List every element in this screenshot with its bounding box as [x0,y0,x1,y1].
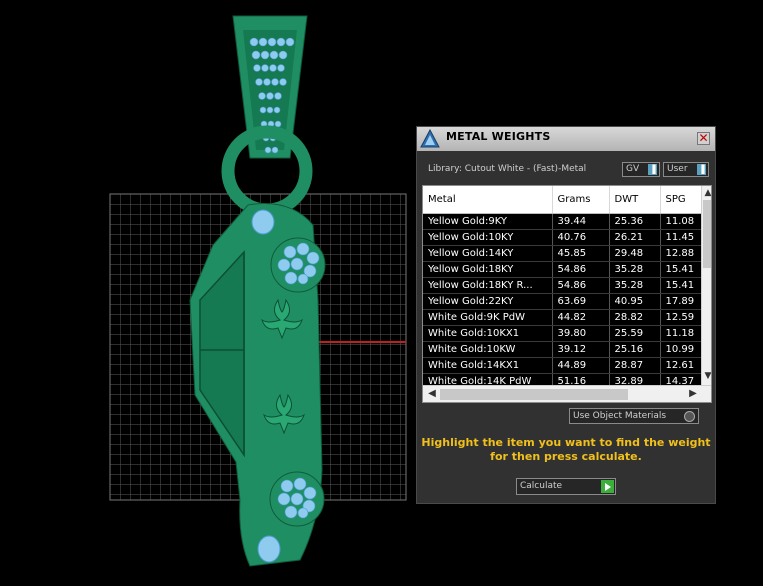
spg-cell: 12.88 [660,245,702,262]
column-header-dwt[interactable]: DWT [609,186,661,214]
taillight-stone [257,535,281,563]
dwt-cell: 25.59 [609,325,661,342]
calculate-button[interactable]: Calculate [516,478,616,495]
dwt-cell: 35.28 [609,261,661,278]
vertical-scrollbar[interactable]: ▲ ▼ [701,186,711,385]
spg-cell: 17.89 [660,293,702,310]
spg-cell: 15.41 [660,261,702,278]
grams-cell: 39.12 [552,341,610,358]
gv-select[interactable]: GV ▐ [622,162,660,177]
dwt-cell: 40.95 [609,293,661,310]
spg-cell: 15.41 [660,277,702,294]
table-row[interactable]: White Gold:10KW 39.12 25.16 10.99 [423,341,702,358]
grams-cell: 44.89 [552,357,610,374]
column-header-spg[interactable]: SPG [660,186,702,214]
dwt-cell: 25.36 [609,213,661,230]
dropdown-arrow-icon: ▐ [697,164,706,175]
table-row[interactable]: Yellow Gold:9KY 39.44 25.36 11.08 [423,213,702,230]
horizontal-scroll-thumb[interactable] [440,389,628,400]
table-row[interactable]: Yellow Gold:22KY 63.69 40.95 17.89 [423,293,702,310]
panel-title: METAL WEIGHTS [446,130,551,143]
table-row[interactable]: White Gold:14KX1 44.89 28.87 12.61 [423,357,702,374]
grams-cell: 45.85 [552,245,610,262]
user-select-value: User [667,164,688,174]
metal-cell: White Gold:9K PdW [423,309,553,326]
table-row[interactable]: White Gold:10KX1 39.80 25.59 11.18 [423,325,702,342]
dwt-cell: 28.82 [609,309,661,326]
spg-cell: 11.08 [660,213,702,230]
metal-cell: White Gold:14KX1 [423,357,553,374]
instruction-line-1: Highlight the item you want to find the … [421,436,711,449]
play-arrow-icon [601,480,614,493]
table-row[interactable]: White Gold:9K PdW 44.82 28.82 12.59 [423,309,702,326]
spg-cell: 11.45 [660,229,702,246]
grams-cell: 39.80 [552,325,610,342]
column-header-metal[interactable]: Metal [423,186,553,214]
metal-cell: Yellow Gold:18KY [423,261,553,278]
user-select[interactable]: User ▐ [663,162,709,177]
table-row[interactable]: Yellow Gold:10KY 40.76 26.21 11.45 [423,229,702,246]
dwt-cell: 29.48 [609,245,661,262]
title-bar[interactable]: METAL WEIGHTS ✕ [417,127,715,151]
metal-cell: Yellow Gold:18KY R... [423,277,553,294]
metal-cell: White Gold:10KW [423,341,553,358]
metal-cell: White Gold:10KX1 [423,325,553,342]
dwt-cell: 35.28 [609,277,661,294]
metal-cell: Yellow Gold:10KY [423,229,553,246]
dropdown-arrow-icon: ▐ [648,164,657,175]
metal-cell: Yellow Gold:14KY [423,245,553,262]
gv-select-value: GV [626,164,640,174]
spg-cell: 12.59 [660,309,702,326]
grams-cell: 40.76 [552,229,610,246]
grams-cell: 44.82 [552,309,610,326]
calculate-label: Calculate [520,481,563,491]
metal-table-container: Metal Grams DWT SPG Yellow Gold:9KY 39.44… [422,185,712,403]
table-row[interactable]: Yellow Gold:18KY R... 54.86 35.28 15.41 [423,277,702,294]
scroll-down-icon[interactable]: ▼ [703,370,711,382]
table-header-row: Metal Grams DWT SPG [423,186,702,214]
table-row[interactable]: Yellow Gold:18KY 54.86 35.28 15.41 [423,261,702,278]
library-label: Library: Cutout White - (Fast)-Metal [428,164,587,174]
headlight-stone [251,209,275,235]
close-icon[interactable]: ✕ [697,132,710,145]
dwt-cell: 26.21 [609,229,661,246]
metal-cell: Yellow Gold:9KY [423,213,553,230]
vertical-scroll-thumb[interactable] [703,200,711,268]
grams-cell: 54.86 [552,261,610,278]
spg-cell: 10.99 [660,341,702,358]
scroll-right-icon[interactable]: ▶ [687,388,699,400]
dwt-cell: 25.16 [609,341,661,358]
scroll-left-icon[interactable]: ◀ [426,388,438,400]
logo-icon [420,128,440,148]
use-object-materials-toggle[interactable]: Use Object Materials [569,408,699,424]
instruction-line-2: for then press calculate. [490,450,642,463]
instruction-text: Highlight the item you want to find the … [417,436,715,464]
metal-cell: Yellow Gold:22KY [423,293,553,310]
scroll-up-icon[interactable]: ▲ [703,187,711,199]
spg-cell: 11.18 [660,325,702,342]
dwt-cell: 28.87 [609,357,661,374]
use-object-materials-label: Use Object Materials [573,411,667,421]
grams-cell: 39.44 [552,213,610,230]
column-header-grams[interactable]: Grams [552,186,610,214]
horizontal-scrollbar[interactable]: ◀ ▶ [423,385,711,402]
table-row[interactable]: Yellow Gold:14KY 45.85 29.48 12.88 [423,245,702,262]
spg-cell: 12.61 [660,357,702,374]
metal-weights-panel: METAL WEIGHTS ✕ Library: Cutout White - … [416,126,716,504]
metal-table: Metal Grams DWT SPG Yellow Gold:9KY 39.44… [423,186,702,390]
radio-icon [684,411,695,422]
grams-cell: 54.86 [552,277,610,294]
grams-cell: 63.69 [552,293,610,310]
